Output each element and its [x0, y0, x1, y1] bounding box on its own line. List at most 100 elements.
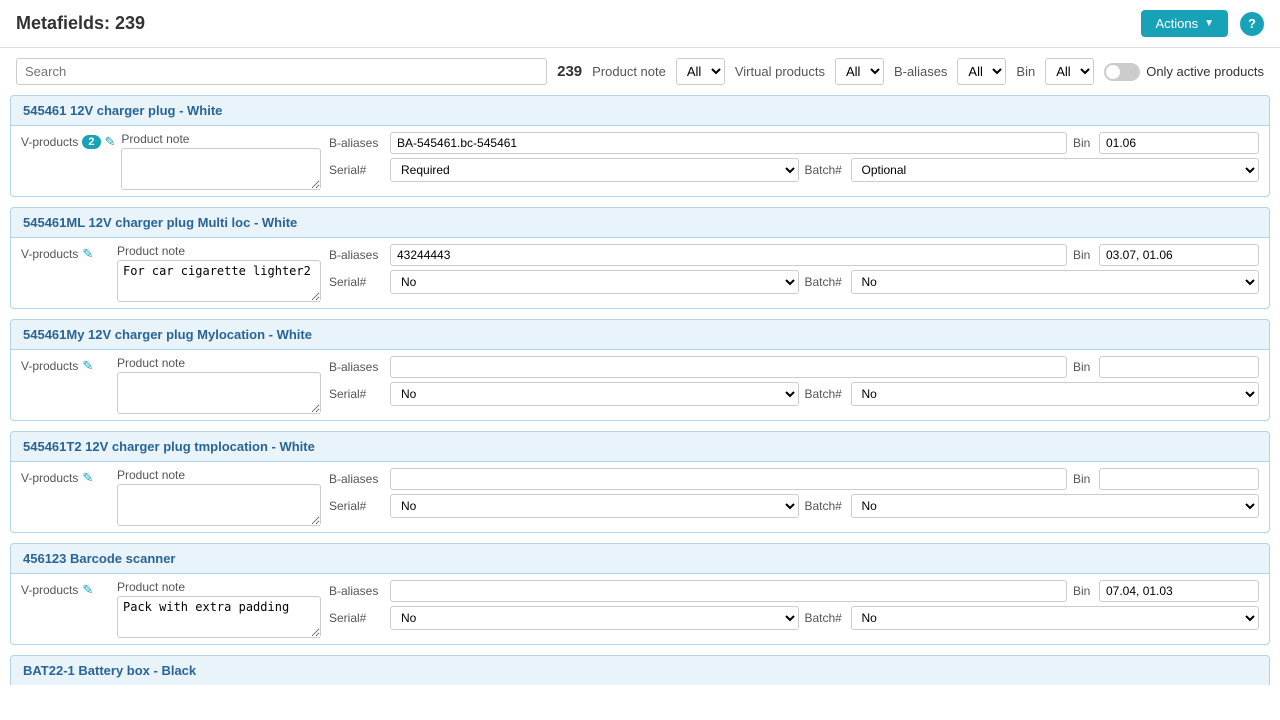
product-note-select[interactable]: All — [676, 58, 725, 85]
bin-input[interactable] — [1099, 132, 1259, 154]
serial-select[interactable]: RequiredNoYes — [390, 158, 799, 182]
bin-input[interactable] — [1099, 580, 1259, 602]
batch-label: Batch# — [805, 387, 845, 401]
main-content: 545461 12V charger plug - WhiteV-product… — [0, 95, 1280, 685]
bin-label: Bin — [1073, 584, 1093, 598]
aliases-bin-row: B-aliasesBin — [329, 580, 1259, 602]
edit-icon[interactable]: ✎ — [105, 134, 116, 150]
v-products-label: V-products — [21, 583, 78, 597]
b-aliases-label: B-aliases — [329, 360, 384, 374]
serial-select[interactable]: RequiredNoYes — [390, 606, 799, 630]
bin-label: Bin — [1016, 64, 1035, 79]
batch-select[interactable]: OptionalNoYes — [851, 158, 1260, 182]
product-header: 456123 Barcode scanner — [11, 544, 1269, 574]
aliases-bin-row: B-aliasesBin — [329, 132, 1259, 154]
active-label: Only active products — [1146, 64, 1264, 79]
batch-label: Batch# — [805, 163, 845, 177]
edit-icon[interactable]: ✎ — [82, 582, 93, 598]
toggle-knob — [1106, 65, 1120, 79]
serial-batch-row: Serial# RequiredNoYes Batch# OptionalNoYes — [329, 382, 1259, 406]
v-products-label: V-products — [21, 359, 78, 373]
virtual-products-label: Virtual products — [735, 64, 825, 79]
product-group: 545461ML 12V charger plug Multi loc - Wh… — [10, 207, 1270, 309]
product-note-textarea[interactable] — [121, 148, 321, 190]
bin-input[interactable] — [1099, 244, 1259, 266]
serial-label: Serial# — [329, 499, 384, 513]
b-aliases-input[interactable] — [390, 580, 1067, 602]
search-input[interactable] — [16, 58, 547, 85]
b-aliases-label: B-aliases — [329, 472, 384, 486]
filter-bar: 239 Product note All Virtual products Al… — [0, 48, 1280, 95]
product-header: 545461ML 12V charger plug Multi loc - Wh… — [11, 208, 1269, 238]
v-products-label: V-products — [21, 247, 78, 261]
product-note-textarea[interactable] — [117, 596, 321, 638]
actions-label: Actions — [1155, 16, 1198, 31]
b-aliases-input[interactable] — [390, 132, 1067, 154]
edit-icon[interactable]: ✎ — [82, 470, 93, 486]
bin-label: Bin — [1073, 136, 1093, 150]
edit-icon[interactable]: ✎ — [82, 246, 93, 262]
product-group: 545461T2 12V charger plug tmplocation - … — [10, 431, 1270, 533]
batch-select[interactable]: OptionalNoYes — [851, 494, 1260, 518]
batch-select[interactable]: OptionalNoYes — [851, 606, 1260, 630]
product-group: 545461 12V charger plug - WhiteV-product… — [10, 95, 1270, 197]
note-wrap: Product note — [117, 356, 321, 414]
v-products-label: V-products — [21, 471, 78, 485]
right-section: B-aliasesBinSerial#RequiredNoYesBatch#Op… — [329, 132, 1259, 182]
bin-input[interactable] — [1099, 468, 1259, 490]
product-note-label: Product note — [117, 356, 321, 370]
page-title: Metafields: 239 — [16, 13, 145, 34]
serial-batch-row: Serial#RequiredNoYesBatch#OptionalNoYes — [329, 270, 1259, 294]
product-note-label: Product note — [117, 580, 321, 594]
right-section: B-aliasesBinSerial#RequiredNoYesBatch#Op… — [329, 244, 1259, 294]
actions-button[interactable]: Actions ▼ — [1141, 10, 1228, 37]
product-note-textarea[interactable] — [117, 372, 321, 414]
left-section: V-products ✎ Product note — [21, 356, 321, 414]
left-section: V-products ✎ Product note — [21, 468, 321, 526]
b-aliases-input[interactable] — [390, 244, 1067, 266]
serial-select[interactable]: RequiredNoYes — [390, 494, 799, 518]
batch-label: Batch# — [805, 611, 845, 625]
b-aliases-select[interactable]: All — [957, 58, 1006, 85]
product-header: 545461My 12V charger plug Mylocation - W… — [11, 320, 1269, 350]
help-label: ? — [1248, 16, 1256, 31]
bin-select[interactable]: All — [1045, 58, 1094, 85]
batch-select[interactable]: OptionalNoYes — [851, 382, 1260, 406]
active-toggle-wrap: Only active products — [1104, 63, 1264, 81]
note-wrap: Product note — [117, 468, 321, 526]
serial-label: Serial# — [329, 611, 384, 625]
bin-label: Bin — [1073, 360, 1093, 374]
bin-input[interactable] — [1099, 356, 1259, 378]
product-note-label: Product note — [117, 244, 321, 258]
product-header: BAT22-1 Battery box - Black — [11, 656, 1269, 685]
left-section: V-products ✎ Product note — [21, 244, 321, 302]
serial-batch-row: Serial# RequiredNoYes Batch# OptionalNoYes — [329, 494, 1259, 518]
note-wrap: Product note — [121, 132, 321, 190]
serial-select[interactable]: RequiredNoYes — [390, 270, 799, 294]
aliases-bin-row: B-aliases Bin — [329, 356, 1259, 378]
b-aliases-label: B-aliases — [894, 64, 947, 79]
right-section: B-aliasesBin Serial# RequiredNoYes Batch# Op… — [329, 580, 1259, 630]
b-aliases-input[interactable] — [390, 356, 1067, 378]
top-bar: Metafields: 239 Actions ▼ ? — [0, 0, 1280, 48]
v-products-section: V-products2✎ — [21, 132, 115, 150]
v-products-section: V-products ✎ — [21, 580, 111, 598]
active-toggle[interactable] — [1104, 63, 1140, 81]
virtual-products-select[interactable]: All — [835, 58, 884, 85]
product-row: V-products ✎ Product note B-aliasesBin Seria… — [11, 462, 1269, 532]
edit-icon[interactable]: ✎ — [82, 358, 93, 374]
help-button[interactable]: ? — [1240, 12, 1264, 36]
serial-label: Serial# — [329, 387, 384, 401]
right-section: B-aliases Bin Serial# RequiredNoYes Batch# Op… — [329, 356, 1259, 406]
left-section: V-products2✎ Product note — [21, 132, 321, 190]
caret-icon: ▼ — [1204, 18, 1214, 29]
batch-label: Batch# — [805, 275, 845, 289]
serial-select[interactable]: RequiredNoYes — [390, 382, 799, 406]
aliases-bin-row: B-aliasesBin — [329, 468, 1259, 490]
right-section: B-aliasesBin Serial# RequiredNoYes Batch# Op… — [329, 468, 1259, 518]
batch-label: Batch# — [805, 499, 845, 513]
product-note-textarea[interactable] — [117, 260, 321, 302]
product-note-textarea[interactable] — [117, 484, 321, 526]
b-aliases-input[interactable] — [390, 468, 1067, 490]
batch-select[interactable]: OptionalNoYes — [851, 270, 1260, 294]
